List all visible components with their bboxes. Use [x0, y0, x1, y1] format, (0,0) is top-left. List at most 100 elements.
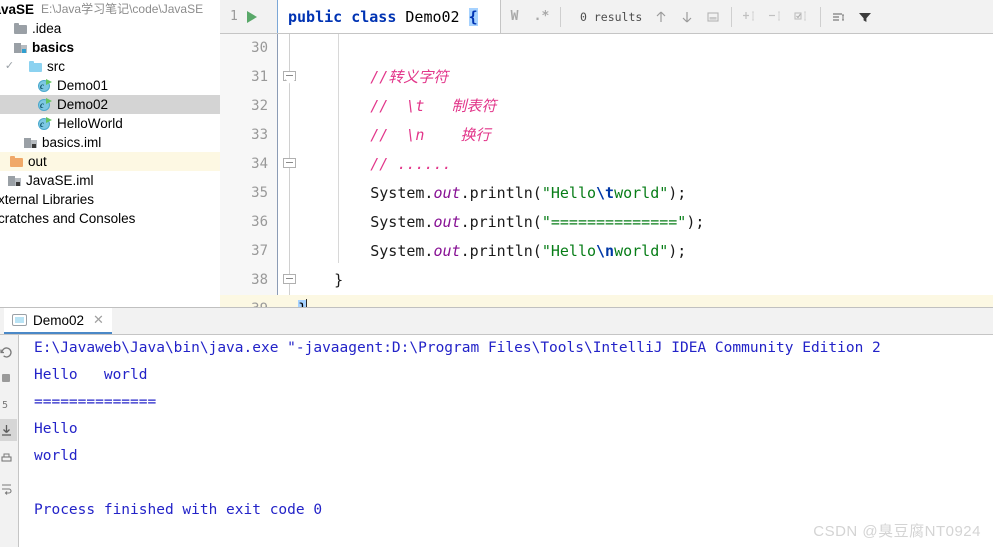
- code-text: // ......: [298, 155, 452, 173]
- tree-item-demo02[interactable]: c Demo02: [0, 95, 220, 114]
- project-root-label: JavaSE: [0, 2, 35, 17]
- java-class-icon: c: [38, 97, 52, 112]
- console-line: ==============: [34, 394, 157, 410]
- arrow-down-icon[interactable]: [674, 4, 700, 30]
- run-triangle-icon[interactable]: [246, 10, 257, 23]
- fold-minus-icon[interactable]: [283, 274, 296, 287]
- editor-line[interactable]: 39}: [220, 295, 993, 307]
- tree-item-label: Demo01: [57, 78, 109, 93]
- line-number: 39: [220, 295, 268, 307]
- folder-excluded-icon: [10, 156, 23, 167]
- console-monitor-icon: [12, 314, 27, 326]
- search-token-name: Demo02: [405, 7, 460, 26]
- divider: [731, 6, 733, 27]
- editor-line[interactable]: 33 // \n 换行: [220, 121, 993, 150]
- tree-item-label: .idea: [32, 21, 62, 36]
- code-text: }: [298, 295, 308, 307]
- module-file-icon: [24, 137, 37, 149]
- ide-window: JavaSE E:\Java学习笔记\code\JavaSE .idea bas…: [0, 0, 993, 547]
- regex-toggle[interactable]: .*: [528, 0, 555, 33]
- select-occurrences-icon[interactable]: [789, 4, 815, 30]
- tree-item-scratches-and-consoles[interactable]: Scratches and Consoles: [0, 209, 220, 228]
- tree-item-javase-iml[interactable]: JavaSE.iml: [0, 171, 220, 190]
- console-side-toolbar[interactable]: 5: [0, 335, 19, 547]
- close-icon[interactable]: ✕: [93, 313, 104, 326]
- code-text: System.out.println("Hello\tworld");: [298, 184, 687, 202]
- add-selection-icon[interactable]: [737, 4, 763, 30]
- tree-item-label: JavaSE.iml: [26, 173, 94, 188]
- editor-line[interactable]: 35 System.out.println("Hello\tworld");: [220, 179, 993, 208]
- code-text: }: [298, 271, 344, 289]
- code-text: // \n 换行: [298, 126, 491, 144]
- console-line: E:\Javaweb\Java\bin\java.exe "-javaagent…: [34, 340, 881, 356]
- search-token-public: public: [288, 7, 343, 26]
- fold-collapse-icon[interactable]: [283, 71, 296, 84]
- tree-item-demo01[interactable]: c Demo01: [0, 76, 220, 95]
- line-number: 31: [220, 63, 268, 92]
- console-line: Hello: [34, 421, 78, 437]
- editor-line[interactable]: 34 // ......: [220, 150, 993, 179]
- project-root-path: E:\Java学习笔记\code\JavaSE: [41, 2, 204, 16]
- match-case-toggle[interactable]: W: [501, 0, 528, 33]
- remove-selection-icon[interactable]: [763, 4, 789, 30]
- scroll-to-end-icon[interactable]: [0, 419, 17, 441]
- arrow-up-icon[interactable]: [648, 4, 674, 30]
- tree-item-external-libraries[interactable]: External Libraries: [0, 190, 220, 209]
- line-number: 32: [220, 92, 268, 121]
- select-all-icon[interactable]: [700, 4, 726, 30]
- search-token-brace: {: [468, 7, 478, 26]
- code-editor[interactable]: 30 31 //转义字符 32 // \t 制表符 33 // \n 换行 34 // …: [220, 34, 993, 307]
- line-number: 38: [220, 266, 268, 295]
- project-tool-window[interactable]: JavaSE E:\Java学习笔记\code\JavaSE .idea bas…: [0, 0, 220, 307]
- editor-line[interactable]: 38 }: [220, 266, 993, 295]
- console-tab-label: Demo02: [33, 312, 85, 328]
- tree-item-label: basics.iml: [42, 135, 102, 150]
- svg-text:5: 5: [2, 400, 8, 411]
- soft-wrap-icon[interactable]: [0, 477, 17, 499]
- line-number: 33: [220, 121, 268, 150]
- editor-line[interactable]: 36 System.out.println("==============");: [220, 208, 993, 237]
- tree-item-out[interactable]: out: [0, 152, 220, 171]
- folder-source-icon: [29, 61, 42, 72]
- run-tool-window[interactable]: Demo02 ✕ 5 E:\Javaweb\Java\bin\java.exe …: [0, 308, 993, 547]
- editor-line[interactable]: 32 // \t 制表符: [220, 92, 993, 121]
- console-line: Hello world: [34, 367, 148, 383]
- line-number: 30: [220, 34, 268, 63]
- code-text: System.out.println("Hello\nworld");: [298, 242, 687, 260]
- folder-grey-icon: [14, 23, 27, 34]
- java-class-icon: c: [38, 116, 52, 131]
- console-tab-demo02[interactable]: Demo02 ✕: [4, 308, 112, 334]
- editor-lines: 30 31 //转义字符 32 // \t 制表符 33 // \n 换行 34 // …: [220, 34, 993, 307]
- search-input[interactable]: public class Demo02 {: [277, 0, 501, 33]
- funnel-icon[interactable]: [852, 4, 878, 30]
- print-icon[interactable]: [0, 447, 17, 469]
- code-text: //转义字符: [298, 68, 449, 86]
- editor-line[interactable]: 37 System.out.println("Hello\nworld");: [220, 237, 993, 266]
- stop-icon[interactable]: [0, 367, 17, 389]
- text-caret: [306, 299, 308, 307]
- line-number: 36: [220, 208, 268, 237]
- find-toolbar[interactable]: 1 public class Demo02 { W .* 0 results: [220, 0, 993, 34]
- tree-item-helloworld[interactable]: c HelloWorld: [0, 114, 220, 133]
- editor-line[interactable]: 31 //转义字符: [220, 63, 993, 92]
- project-root-row[interactable]: JavaSE E:\Java学习笔记\code\JavaSE: [0, 0, 220, 19]
- tree-item-src[interactable]: ✓ src: [0, 57, 220, 76]
- tree-item-basics[interactable]: basics: [0, 38, 220, 57]
- tree-item-idea[interactable]: .idea: [0, 19, 220, 38]
- editor-line[interactable]: 30: [220, 34, 993, 63]
- module-file-icon: [8, 175, 21, 187]
- divider: [560, 6, 561, 27]
- filter-lines-icon[interactable]: [826, 4, 852, 30]
- rerun-icon[interactable]: [0, 341, 17, 363]
- search-token-class: class: [351, 7, 397, 26]
- line-number: 37: [220, 237, 268, 266]
- console-line: world: [34, 448, 78, 464]
- tree-item-label: External Libraries: [0, 192, 95, 207]
- console-output[interactable]: E:\Javaweb\Java\bin\java.exe "-javaagent…: [20, 335, 993, 547]
- editor-first-line-gutter: 1: [220, 0, 277, 33]
- tree-item-label: basics: [32, 40, 75, 55]
- trace-icon[interactable]: 5: [0, 393, 17, 415]
- fold-minus-icon[interactable]: [283, 158, 296, 171]
- tree-item-basics-iml[interactable]: basics.iml: [0, 133, 220, 152]
